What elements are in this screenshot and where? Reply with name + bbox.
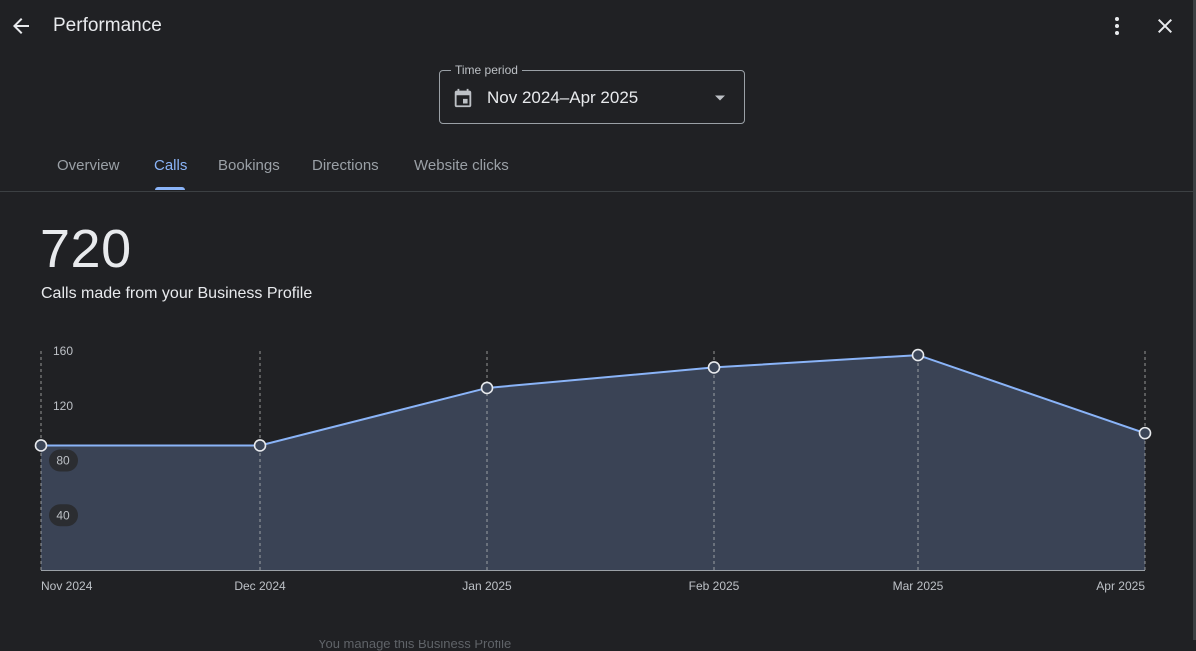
chart-xtick-label-apr-2025: Apr 2025 — [1096, 579, 1145, 593]
tab-bookings[interactable]: Bookings — [218, 157, 280, 174]
dropdown-arrow-icon — [715, 95, 725, 101]
chart-point-dec-2024 — [253, 439, 267, 452]
calls-chart: 40 80 120 160 Nov 2024 Dec 2024 Jan 2025 Feb 20… — [34, 344, 1152, 593]
time-period-value: Nov 2024–Apr 2025 — [487, 88, 639, 107]
tab-website-clicks[interactable]: Website clicks — [414, 157, 509, 174]
tab-calls[interactable]: Calls — [154, 157, 187, 174]
total-calls-caption: Calls made from your Business Profile — [41, 285, 313, 302]
chart-ytick-label-40: 40 — [56, 508, 70, 522]
calendar-icon — [454, 88, 472, 108]
chart-ytick-label-120: 120 — [53, 399, 73, 413]
more-vert-icon — [1115, 17, 1119, 35]
chart-ytick-label-160: 160 — [53, 344, 73, 358]
total-calls-count: 720 — [40, 219, 132, 279]
chart-xtick-label-feb-2025: Feb 2025 — [689, 579, 740, 593]
chart-point-feb-2025 — [707, 361, 721, 374]
chart-point-apr-2025 — [1138, 426, 1152, 440]
chart-point-nov-2024 — [34, 439, 48, 452]
time-period-label: Time period — [451, 63, 522, 77]
tab-directions[interactable]: Directions — [312, 157, 379, 174]
active-tab-indicator — [155, 187, 185, 190]
more-options-button[interactable] — [1097, 6, 1137, 46]
chart-ytick-label-80: 80 — [56, 454, 70, 468]
tab-bar: Overview Calls Bookings Directions Websi… — [0, 144, 1193, 192]
top-app-bar: Performance — [0, 0, 1196, 52]
chart-point-mar-2025 — [911, 348, 925, 362]
time-period-select[interactable]: Time period Nov 2024–Apr 2025 — [439, 63, 745, 124]
back-button[interactable] — [1, 6, 41, 46]
arrow-back-icon — [13, 18, 29, 34]
page-title: Performance — [53, 15, 162, 36]
chart-xtick-label-nov-2024: Nov 2024 — [41, 579, 93, 593]
close-button[interactable] — [1145, 6, 1185, 46]
chart-point-jan-2025 — [480, 381, 494, 395]
tab-overview[interactable]: Overview — [57, 157, 120, 174]
chart-xtick-label-mar-2025: Mar 2025 — [893, 579, 944, 593]
background-page-strip: You manage this Business Profile — [0, 640, 1196, 651]
background-page-text: You manage this Business Profile — [318, 640, 512, 651]
chart-area-fill — [41, 355, 1145, 570]
chart-xtick-label-jan-2025: Jan 2025 — [462, 579, 512, 593]
close-icon — [1158, 19, 1172, 33]
chart-xtick-label-dec-2024: Dec 2024 — [234, 579, 286, 593]
